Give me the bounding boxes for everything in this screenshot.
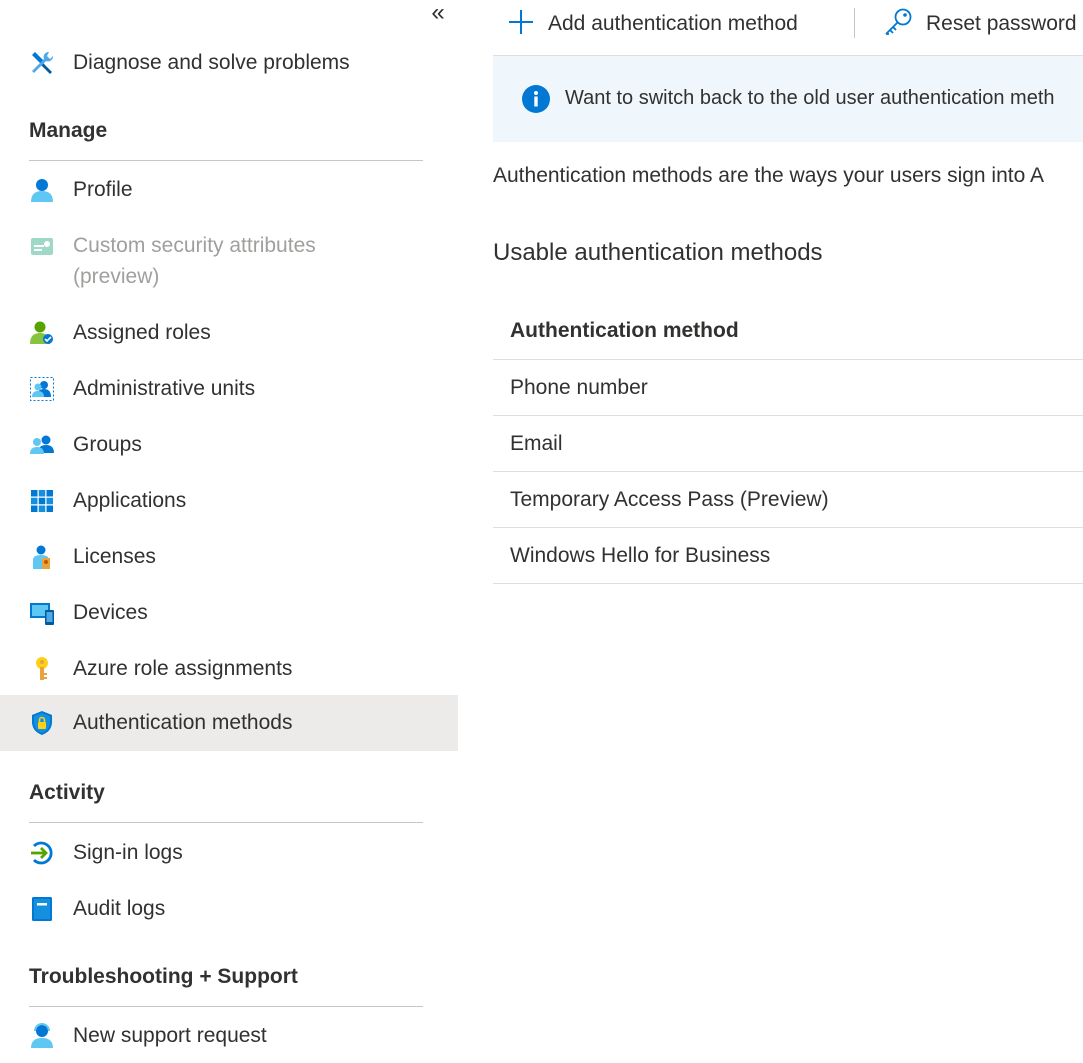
sidebar-item-label: Assigned roles [73, 321, 211, 344]
section-title-activity: Activity [29, 781, 105, 804]
add-authentication-method-label: Add authentication method [548, 12, 798, 35]
license-icon [28, 543, 56, 571]
sidebar-item-label: Azure role assignments [73, 657, 293, 680]
toolbar-divider [854, 8, 855, 38]
sidebar-item-label: Sign-in logs [73, 841, 183, 864]
page-description: Authentication methods are the ways your… [493, 164, 1044, 187]
usable-methods-heading: Usable authentication methods [493, 239, 823, 266]
sidebar-item-audit-logs[interactable]: Audit logs [0, 881, 458, 937]
sidebar-item-label: Custom security attributes (preview) [73, 234, 316, 288]
sidebar-item-profile[interactable]: Profile [0, 162, 458, 218]
sidebar-item-applications[interactable]: Applications [0, 473, 458, 529]
sidebar-item-label: Licenses [73, 545, 156, 568]
sidebar-item-azure-role-assignments[interactable]: Azure role assignments [0, 641, 458, 697]
sidebar-item-administrative-units[interactable]: Administrative units [0, 361, 458, 417]
sidebar-item-authentication-methods[interactable]: Authentication methods [0, 695, 458, 751]
table-cell: Email [510, 431, 563, 455]
sidebar-item-label: Groups [73, 433, 142, 456]
page: « Diagnose and solve problems Manage Pro… [0, 0, 1083, 1063]
authentication-methods-table: Authentication method Phone number Email… [493, 303, 1083, 584]
section-title-troubleshooting: Troubleshooting + Support [29, 965, 298, 988]
command-bar: Add authentication method Reset password [493, 0, 1083, 56]
book-icon [28, 895, 56, 923]
section-divider [29, 160, 423, 161]
devices-icon [28, 599, 56, 627]
wrench-screwdriver-icon [28, 49, 56, 77]
sidebar-item-custom-security-attributes: Custom security attributes (preview) [0, 230, 458, 292]
sidebar-item-label: Applications [73, 489, 187, 512]
sidebar-item-label: Audit logs [73, 897, 166, 920]
person-icon [28, 176, 56, 204]
info-banner-text: Want to switch back to the old user auth… [565, 87, 1055, 109]
table-row[interactable]: Temporary Access Pass (Preview) [493, 472, 1083, 528]
sidebar-item-licenses[interactable]: Licenses [0, 529, 458, 585]
sidebar-item-label: Profile [73, 178, 133, 201]
info-banner: Want to switch back to the old user auth… [493, 56, 1083, 142]
table-row[interactable]: Windows Hello for Business [493, 528, 1083, 584]
section-title-manage: Manage [29, 119, 108, 142]
key-outline-icon [883, 7, 913, 42]
sidebar-item-label: Authentication methods [73, 711, 293, 734]
info-icon [522, 85, 550, 118]
collapse-sidebar-button[interactable]: « [427, 1, 449, 26]
shield-lock-icon [28, 709, 56, 737]
table-row[interactable]: Email [493, 416, 1083, 472]
table-cell: Phone number [510, 375, 648, 399]
sign-in-arrow-icon [28, 839, 56, 867]
table-cell: Windows Hello for Business [510, 543, 771, 567]
sidebar-item-diagnose[interactable]: Diagnose and solve problems [0, 35, 458, 91]
table-cell: Temporary Access Pass (Preview) [510, 487, 829, 511]
people-icon [28, 431, 56, 459]
table-row[interactable]: Phone number [493, 360, 1083, 416]
app-grid-icon [28, 487, 56, 515]
reset-password-label: Reset password [926, 12, 1077, 35]
sidebar-item-label: Administrative units [73, 377, 256, 400]
id-card-icon [28, 232, 56, 260]
sidebar-item-sign-in-logs[interactable]: Sign-in logs [0, 825, 458, 881]
sidebar-item-label: New support request [73, 1024, 267, 1047]
person-role-icon [28, 319, 56, 347]
sidebar-item-new-support-request[interactable]: New support request [0, 1008, 458, 1063]
reset-password-button[interactable]: Reset password [883, 6, 1077, 42]
table-header-row: Authentication method [493, 303, 1083, 360]
admin-units-icon [28, 375, 56, 403]
sidebar-item-label: Diagnose and solve problems [73, 51, 350, 74]
section-divider [29, 822, 423, 823]
sidebar-item-label: Devices [73, 601, 148, 624]
column-header-authentication-method[interactable]: Authentication method [510, 319, 739, 343]
sidebar: « Diagnose and solve problems Manage Pro… [0, 0, 458, 1063]
sidebar-item-devices[interactable]: Devices [0, 585, 458, 641]
sidebar-item-assigned-roles[interactable]: Assigned roles [0, 305, 458, 361]
support-person-icon [28, 1022, 56, 1050]
key-icon [28, 655, 56, 683]
sidebar-item-groups[interactable]: Groups [0, 417, 458, 473]
plus-icon [508, 9, 534, 40]
add-authentication-method-button[interactable]: Add authentication method [508, 6, 798, 42]
section-divider [29, 1006, 423, 1007]
